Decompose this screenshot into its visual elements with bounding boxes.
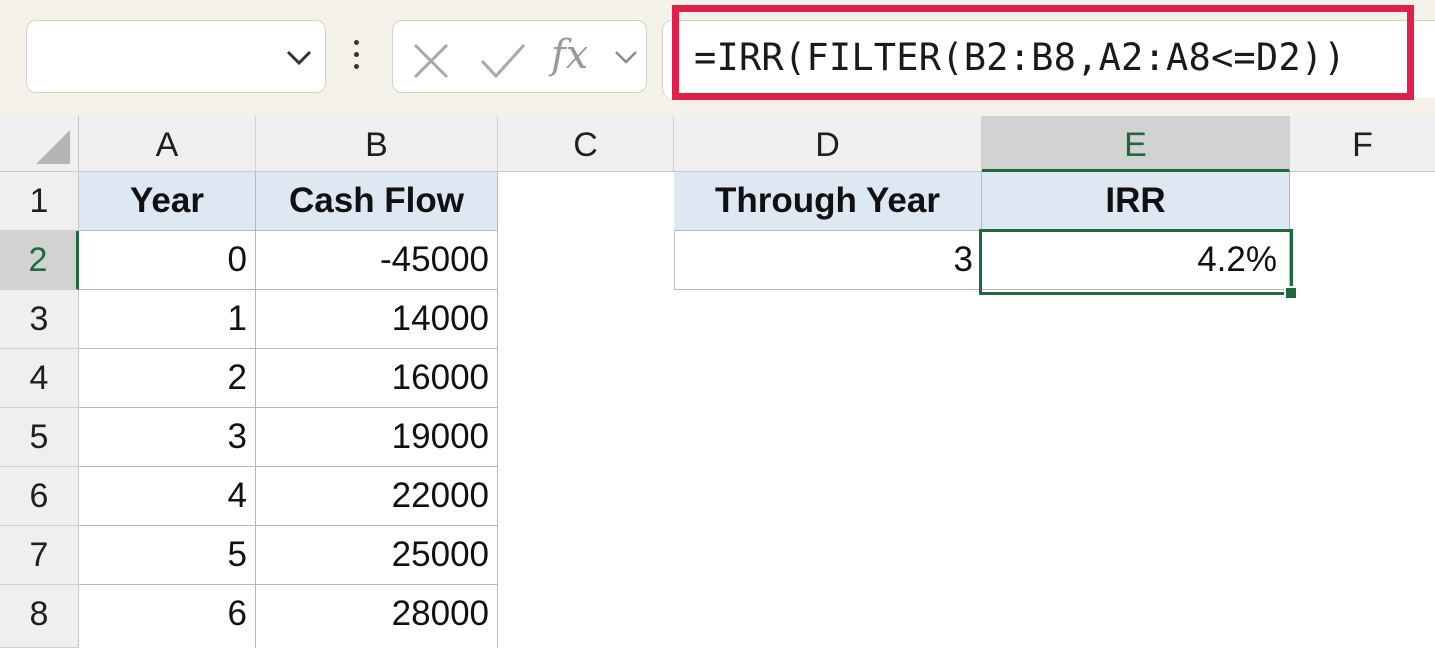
select-all-corner[interactable] xyxy=(0,116,79,172)
year-cell[interactable]: 3 xyxy=(79,408,256,467)
year-cell[interactable]: 4 xyxy=(79,467,256,526)
row-header-3[interactable]: 3 xyxy=(0,290,79,349)
fx-icon[interactable]: fx xyxy=(551,35,588,75)
formula-bar-area: fx =IRR(FILTER(B2:B8,A2:A8<=D2)) xyxy=(0,0,1435,116)
column-header-d[interactable]: D xyxy=(674,116,982,172)
cancel-icon[interactable] xyxy=(411,41,451,81)
year-cell[interactable]: 5 xyxy=(79,526,256,585)
row-header-7[interactable]: 7 xyxy=(0,526,79,585)
irr-header-cell[interactable]: IRR xyxy=(982,172,1290,231)
enter-icon[interactable] xyxy=(479,41,527,81)
column-header-c[interactable]: C xyxy=(498,116,674,172)
row-header-1[interactable]: 1 xyxy=(0,172,79,231)
column-header-b[interactable]: B xyxy=(256,116,498,172)
formula-buttons: fx xyxy=(392,20,647,93)
year-cell[interactable]: 2 xyxy=(79,349,256,408)
cash-flow-cell[interactable]: 16000 xyxy=(256,349,498,408)
cash-flow-cell[interactable]: 19000 xyxy=(256,408,498,467)
cash-flow-header-cell[interactable]: Cash Flow xyxy=(256,172,498,231)
cash-flow-cell[interactable]: 22000 xyxy=(256,467,498,526)
column-header-e[interactable]: E xyxy=(982,116,1290,172)
chevron-down-icon[interactable] xyxy=(285,47,313,67)
row-header-8[interactable]: 8 xyxy=(0,585,79,648)
cash-flow-cell[interactable]: 28000 xyxy=(256,585,498,648)
name-box[interactable] xyxy=(26,20,326,93)
through-year-header-cell[interactable]: Through Year xyxy=(674,172,982,231)
more-options-icon[interactable] xyxy=(352,40,362,74)
cash-flow-cell[interactable]: -45000 xyxy=(256,231,498,290)
year-cell[interactable]: 1 xyxy=(79,290,256,349)
cash-flow-cell[interactable]: 25000 xyxy=(256,526,498,585)
row-header-2[interactable]: 2 xyxy=(0,231,79,290)
cash-flow-cell[interactable]: 14000 xyxy=(256,290,498,349)
fx-chevron-icon[interactable] xyxy=(613,47,639,67)
row-header-6[interactable]: 6 xyxy=(0,467,79,526)
column-header-a[interactable]: A xyxy=(79,116,256,172)
formula-text[interactable]: =IRR(FILTER(B2:B8,A2:A8<=D2)) xyxy=(694,34,1346,82)
column-header-f[interactable]: F xyxy=(1290,116,1435,172)
through-year-value-cell[interactable]: 3 xyxy=(674,231,982,290)
year-cell[interactable]: 0 xyxy=(79,231,256,290)
year-header-cell[interactable]: Year xyxy=(79,172,256,231)
active-cell-border xyxy=(979,229,1293,295)
row-header-4[interactable]: 4 xyxy=(0,349,79,408)
select-all-icon xyxy=(36,130,70,164)
row-header-5[interactable]: 5 xyxy=(0,408,79,467)
year-cell[interactable]: 6 xyxy=(79,585,256,648)
fill-handle[interactable] xyxy=(1284,286,1298,300)
